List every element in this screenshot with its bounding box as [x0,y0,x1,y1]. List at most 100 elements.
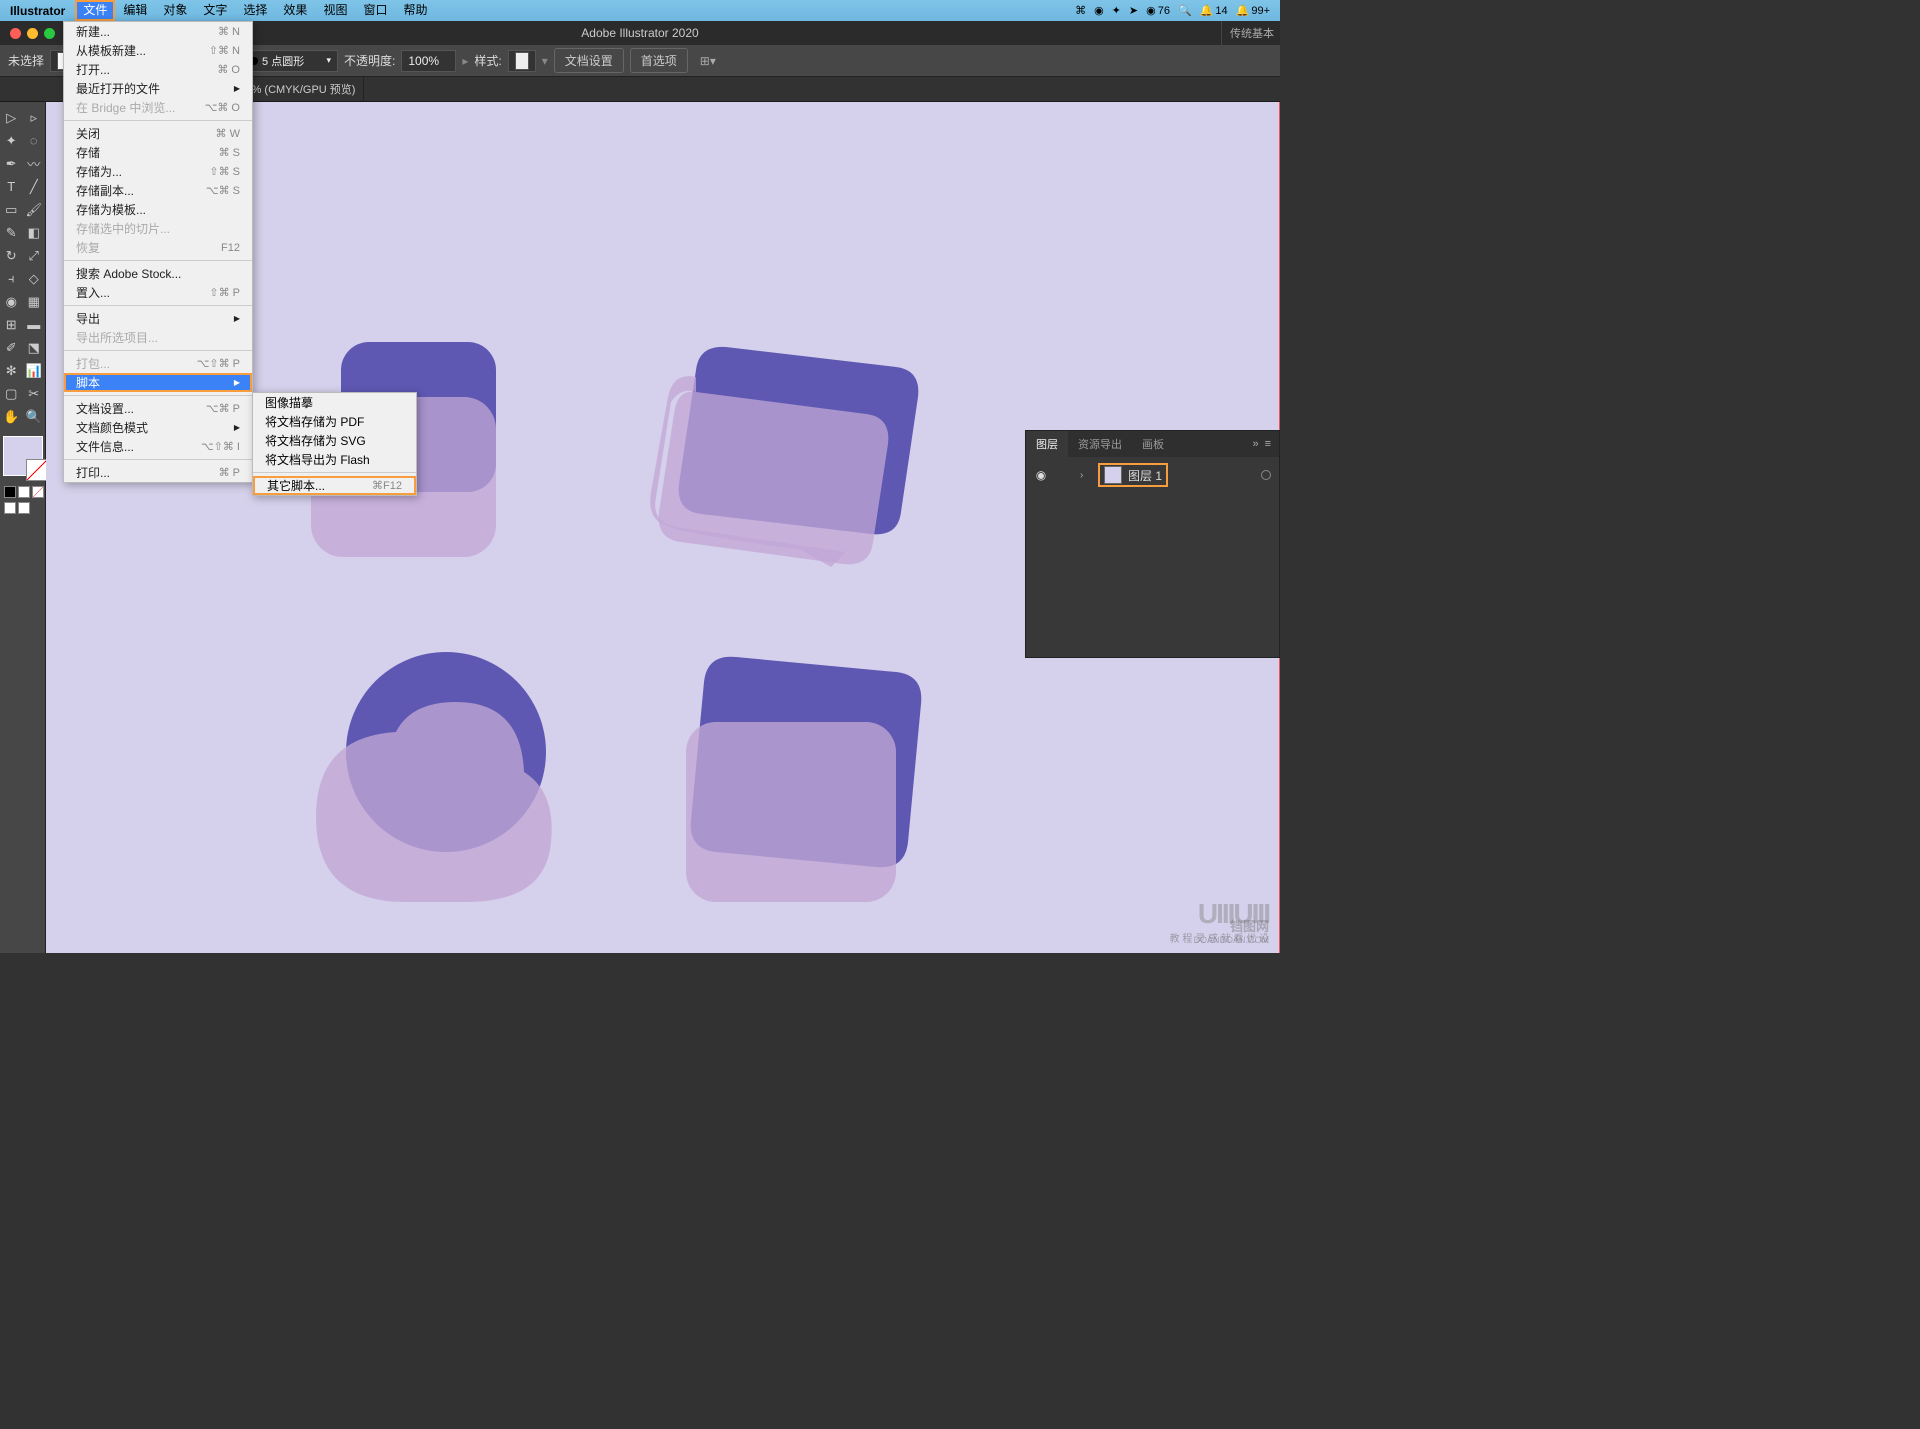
menu-item-[interactable]: 存储选中的切片... [64,219,252,238]
menu-item-[interactable]: 文件信息...⌥⇧⌘ I [64,437,252,456]
artboard-tool-icon[interactable]: ▢ [0,382,23,405]
eyedropper-tool-icon[interactable]: ✐ [0,336,23,359]
close-window-icon[interactable] [10,28,21,39]
menu-item-[interactable]: 打开...⌘ O [64,60,252,79]
menu-object[interactable]: 对象 [155,0,195,21]
submenu-item-SVG[interactable]: 将文档存储为 SVG [253,431,416,450]
minimize-window-icon[interactable] [27,28,38,39]
gradient-color-icon[interactable] [18,486,30,498]
menu-item-[interactable]: 存储为模板... [64,200,252,219]
menu-item-[interactable]: 新建...⌘ N [64,22,252,41]
type-tool-icon[interactable]: T [0,175,23,198]
tab-asset-export[interactable]: 资源导出 [1068,431,1132,457]
layer-row[interactable]: ◉ › 图层 1 [1026,461,1279,489]
menu-select[interactable]: 选择 [235,0,275,21]
menu-item-[interactable]: 文档颜色模式 [64,418,252,437]
graph-tool-icon[interactable]: 📊 [23,359,46,382]
perspective-icon[interactable]: ▦ [23,290,46,313]
menu-item-[interactable]: 恢复F12 [64,238,252,257]
menu-item-[interactable]: 最近打开的文件 [64,79,252,98]
free-transform-icon[interactable]: ◇ [23,267,46,290]
compass-icon: ✦ [1112,4,1121,17]
layer-name[interactable]: 图层 1 [1128,467,1162,484]
submenu-item-PDF[interactable]: 将文档存储为 PDF [253,412,416,431]
menu-item-[interactable]: 存储副本...⌥⌘ S [64,181,252,200]
location-icon: ➤ [1129,4,1138,17]
style-swatch[interactable] [508,50,536,72]
gradient-tool-icon[interactable]: ▬ [23,313,46,336]
submenu-item-[interactable]: 其它脚本...⌘F12 [253,476,416,495]
menu-item-Bridge[interactable]: 在 Bridge 中浏览...⌥⌘ O [64,98,252,117]
zoom-tool-icon[interactable]: 🔍 [23,405,46,428]
maximize-window-icon[interactable] [44,28,55,39]
mesh-tool-icon[interactable]: ⊞ [0,313,23,336]
menu-edit[interactable]: 编辑 [115,0,155,21]
search-icon[interactable]: 🔍 [1178,4,1192,17]
target-icon[interactable] [1261,470,1271,480]
rectangle-tool-icon[interactable]: ▭ [0,198,23,221]
menu-effect[interactable]: 效果 [275,0,315,21]
shaper-tool-icon[interactable]: ✎ [0,221,23,244]
menu-type[interactable]: 文字 [195,0,235,21]
prefs-button[interactable]: 首选项 [630,48,688,73]
menu-view[interactable]: 视图 [315,0,355,21]
rotate-tool-icon[interactable]: ↻ [0,244,23,267]
hand-tool-icon[interactable]: ✋ [0,405,23,428]
expand-layer-icon[interactable]: › [1080,470,1092,481]
menu-item-[interactable]: 从模板新建...⇧⌘ N [64,41,252,60]
notification-1[interactable]: 🔔14 [1200,4,1228,17]
draw-behind-icon[interactable] [18,502,30,514]
view-count: ◉76 [1146,4,1170,17]
layers-panel[interactable]: 图层 资源导出 画板 » ≡ ◉ › 图层 1 [1025,430,1280,658]
brush-tool-icon[interactable]: 🖌 [23,198,46,221]
menu-item-[interactable]: 脚本 [64,373,252,392]
fill-stroke-swatch[interactable] [3,436,43,476]
direct-select-tool-icon[interactable]: ▹ [23,106,46,129]
slice-tool-icon[interactable]: ✂ [23,382,46,405]
none-color-icon[interactable] [32,486,44,498]
brush-preset[interactable]: 5 点圆形 ▾ [243,50,338,72]
mac-menubar: Illustrator 文件 编辑 对象 文字 选择 效果 视图 窗口 帮助 ⌘… [0,0,1280,21]
submenu-item-Flash[interactable]: 将文档导出为 Flash [253,450,416,469]
tab-artboards[interactable]: 画板 [1132,431,1174,457]
tab-layers[interactable]: 图层 [1026,431,1068,457]
notification-2[interactable]: 🔔99+ [1236,4,1270,17]
menu-item-[interactable]: 打印...⌘ P [64,463,252,482]
align-icon[interactable]: ⊞▾ [700,54,716,68]
menu-item-[interactable]: 存储⌘ S [64,143,252,162]
magic-wand-tool-icon[interactable]: ✦ [0,129,23,152]
visibility-icon[interactable]: ◉ [1034,468,1048,482]
pen-tool-icon[interactable]: ✒ [0,152,23,175]
lasso-tool-icon[interactable]: ◌ [23,129,46,152]
solid-color-icon[interactable] [4,486,16,498]
workspace-switcher[interactable]: 传统基本 [1221,21,1274,45]
menu-item-[interactable]: 关闭⌘ W [64,124,252,143]
menu-item-[interactable]: 存储为...⇧⌘ S [64,162,252,181]
doc-setup-button[interactable]: 文档设置 [554,48,624,73]
menu-item-[interactable]: 导出 [64,309,252,328]
line-tool-icon[interactable]: ╱ [23,175,46,198]
menu-window[interactable]: 窗口 [355,0,395,21]
blend-tool-icon[interactable]: ⬔ [23,336,46,359]
eraser-tool-icon[interactable]: ◧ [23,221,46,244]
selection-tool-icon[interactable]: ▷ [0,106,23,129]
symbol-spray-icon[interactable]: ✻ [0,359,23,382]
traffic-lights[interactable] [0,28,55,39]
menu-help[interactable]: 帮助 [395,0,435,21]
menu-item-AdobeStock[interactable]: 搜索 Adobe Stock... [64,264,252,283]
menu-file[interactable]: 文件 [75,0,115,21]
curvature-tool-icon[interactable]: 〰 [23,152,46,175]
opacity-field[interactable] [401,50,456,72]
scale-tool-icon[interactable]: ⤢ [23,244,46,267]
width-tool-icon[interactable]: ⫞ [0,267,23,290]
draw-normal-icon[interactable] [4,502,16,514]
panel-expand-icon[interactable]: » [1252,438,1258,450]
panel-menu-icon[interactable]: ≡ [1265,438,1271,450]
menu-item-[interactable]: 打包...⌥⇧⌘ P [64,354,252,373]
shape-builder-icon[interactable]: ◉ [0,290,23,313]
opacity-label: 不透明度: [344,52,395,69]
submenu-item-[interactable]: 图像描摹 [253,393,416,412]
menu-item-[interactable]: 置入...⇧⌘ P [64,283,252,302]
menu-item-[interactable]: 导出所选项目... [64,328,252,347]
menu-item-[interactable]: 文档设置...⌥⌘ P [64,399,252,418]
